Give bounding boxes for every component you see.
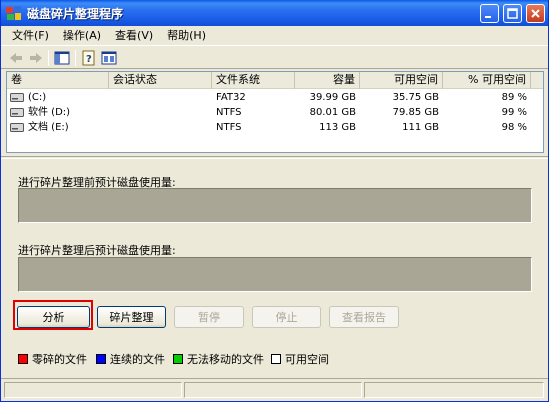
file-system: NTFS [216,122,242,133]
properties-icon[interactable] [101,50,117,66]
status-pane [184,382,362,398]
pause-button[interactable]: 暂停 [174,306,244,328]
legend-contiguous: 连续的文件 [96,351,165,367]
menu-file[interactable]: 文件(F) [5,27,56,43]
free-space: 111 GB [402,122,439,133]
percent-free: 89 % [501,92,527,103]
minimize-button[interactable] [480,4,499,23]
legend-label: 无法移动的文件 [187,353,264,366]
menu-bar: 文件(F) 操作(A) 查看(V) 帮助(H) [1,26,548,44]
menu-action[interactable]: 操作(A) [56,27,108,43]
column-volume[interactable]: 卷 [7,72,109,89]
column-free-space[interactable]: 可用空间 [360,72,443,89]
svg-text:?: ? [86,54,92,65]
show-hide-console-tree-icon[interactable] [54,50,70,66]
status-pane [4,382,182,398]
capacity: 80.01 GB [309,107,356,118]
status-bar [1,378,548,400]
after-usage-label: 进行碎片整理后预计磁盘使用量: [18,244,176,257]
drive-icon [10,123,24,132]
toolbar: ? [1,45,548,69]
column-file-system[interactable]: 文件系统 [212,72,295,89]
file-system: FAT32 [216,92,246,103]
fragmented-swatch [18,354,28,364]
volume-list[interactable]: 卷 会话状态 文件系统 容量 可用空间 % 可用空间 (C:) FAT32 39… [6,71,544,153]
back-arrow-icon[interactable] [8,50,24,66]
status-pane [364,382,544,398]
free-space: 35.75 GB [392,92,439,103]
maximize-button[interactable] [503,4,522,23]
close-button[interactable] [526,4,545,23]
defrag-button[interactable]: 碎片整理 [97,306,166,328]
before-usage-display [18,188,532,223]
stop-button[interactable]: 停止 [252,306,321,328]
legend-label: 连续的文件 [110,353,165,366]
defrag-app-icon [6,6,21,20]
view-report-button[interactable]: 查看报告 [329,306,399,328]
help-icon[interactable]: ? [81,50,97,66]
maximize-icon [507,8,518,19]
volume-row-d[interactable]: 软件 (D:) NTFS 80.01 GB 79.85 GB 99 % [7,105,543,120]
legend-unmovable: 无法移动的文件 [173,351,264,367]
legend-label: 可用空间 [285,353,329,366]
toolbar-separator [75,50,76,66]
column-session-status[interactable]: 会话状态 [109,72,212,89]
menu-view[interactable]: 查看(V) [108,27,160,43]
column-capacity[interactable]: 容量 [295,72,360,89]
volume-name: 软件 (D:) [28,107,71,118]
legend-label: 零碎的文件 [32,353,87,366]
free-space-swatch [271,354,281,364]
menu-help[interactable]: 帮助(H) [160,27,213,43]
volume-row-e[interactable]: 文档 (E:) NTFS 113 GB 111 GB 98 % [7,120,543,135]
legend-free-space: 可用空间 [271,351,329,367]
analyze-button[interactable]: 分析 [17,306,90,328]
free-space: 79.85 GB [392,107,439,118]
volume-name: 文档 (E:) [28,122,69,133]
window-title: 磁盘碎片整理程序 [27,7,124,21]
percent-free: 99 % [501,107,527,118]
capacity: 39.99 GB [309,92,356,103]
contiguous-swatch [96,354,106,364]
percent-free: 98 % [501,122,527,133]
minimize-icon [485,16,491,18]
after-usage-display [18,257,532,292]
defrag-window: 磁盘碎片整理程序 文件(F) 操作(A) 查看(V) 帮助(H) ? 卷 会话状… [0,0,549,402]
legend-fragmented: 零碎的文件 [18,351,87,367]
title-bar[interactable]: 磁盘碎片整理程序 [1,0,548,26]
forward-arrow-icon[interactable] [28,50,44,66]
volume-row-c[interactable]: (C:) FAT32 39.99 GB 35.75 GB 89 % [7,90,543,105]
unmovable-swatch [173,354,183,364]
drive-icon [10,108,24,117]
pane-splitter[interactable] [1,156,548,159]
close-icon [531,9,540,18]
capacity: 113 GB [319,122,356,133]
volume-name: (C:) [28,92,47,103]
column-percent-free[interactable]: % 可用空间 [443,72,531,89]
drive-icon [10,93,24,102]
file-system: NTFS [216,107,242,118]
volume-list-header: 卷 会话状态 文件系统 容量 可用空间 % 可用空间 [7,72,543,89]
toolbar-separator [48,50,49,66]
